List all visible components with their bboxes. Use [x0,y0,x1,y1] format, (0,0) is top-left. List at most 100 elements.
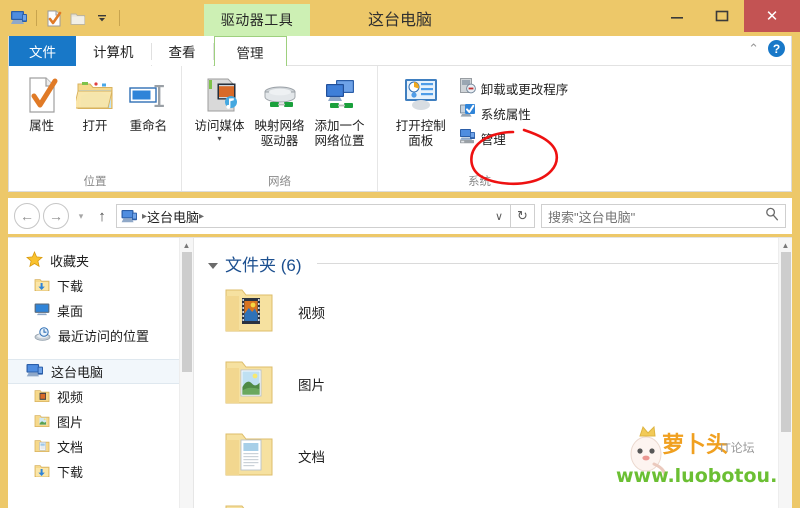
sidebar-item-documents[interactable]: 文档 [8,434,193,459]
chevron-down-icon[interactable]: ▾ [217,135,221,143]
tab-view[interactable]: 查看 [151,36,213,66]
up-button[interactable]: ↑ [90,203,114,229]
sidebar-section-gap [8,348,193,359]
breadcrumb-item-this-pc[interactable]: 这台电脑 [147,207,199,226]
sidebar-scrollbar[interactable]: ▲ [179,238,193,508]
sidebar-scrollbar-thumb[interactable] [182,252,192,372]
contextual-tab-header: 驱动器工具 [204,4,310,36]
desktop-icon [34,302,50,319]
sidebar-item-favorites-label: 收藏夹 [50,254,90,269]
sidebar-item-downloads-2-label: 下载 [57,465,84,480]
sidebar-item-pictures-label: 图片 [57,415,84,430]
refresh-button[interactable]: ↻ [511,204,535,228]
tab-file[interactable]: 文件 [9,36,76,66]
file-pane-scrollbar[interactable]: ▲ [778,238,792,508]
ribbon-button-manage-label: 管理 [480,132,506,147]
documents-folder-icon [222,428,278,485]
breadcrumb-dropdown-icon[interactable]: ∨ [488,205,510,227]
videos-folder-icon [222,284,278,341]
collapse-ribbon-icon[interactable]: ⌃ [748,42,759,55]
ribbon-button-properties[interactable]: 属性 [15,72,68,134]
sidebar-item-documents-label: 文档 [57,440,84,455]
history-dropdown-icon[interactable]: ▾ [72,203,90,229]
ribbon-button-system-properties[interactable]: 系统属性 [455,102,573,124]
documents-folder-icon [34,438,50,456]
ribbon-button-properties-label: 属性 [29,119,55,133]
folder-icon[interactable] [67,7,89,29]
forward-button[interactable]: → [43,203,69,229]
ribbon-button-uninstall-program[interactable]: 卸载或更改程序 [455,77,573,99]
close-button[interactable]: ✕ [744,0,800,32]
computer-icon [26,363,44,381]
scroll-up-icon[interactable]: ▲ [779,238,792,252]
properties-icon [25,76,59,114]
explorer-window: 驱动器工具 这台电脑 ✕ 文件 计算机 查看 管理 ⌃ ? 属性 打开 重命名 … [0,0,800,508]
computer-icon[interactable] [8,7,30,29]
sidebar-item-downloads-2[interactable]: 下载 [8,459,193,484]
window-controls: ✕ [654,0,800,32]
back-button[interactable]: ← [14,203,40,229]
quick-access-toolbar [0,0,124,36]
ribbon-button-open-control-panel[interactable]: 打开控制面板 [391,72,451,149]
properties-icon[interactable] [43,7,65,29]
ribbon-button-access-media[interactable]: 访问媒体 ▾ [190,72,250,143]
downloads-folder-icon [34,277,50,295]
search-icon[interactable] [765,207,779,226]
file-item-downloads[interactable]: 下载 [194,492,792,508]
sidebar-item-downloads-label: 下载 [57,279,84,294]
ribbon-group-network: 访问媒体 ▾ 映射网络驱动器 添加一个网络位置 网络 [181,66,377,191]
sidebar-item-favorites[interactable]: 收藏夹 [8,248,193,273]
search-placeholder: 搜索"这台电脑" [548,209,636,225]
add-network-icon [320,76,360,114]
ribbon-group-location-label: 位置 [83,176,107,188]
file-group-header[interactable]: 文件夹 (6) [194,238,792,276]
sidebar-item-this-pc-label: 这台电脑 [51,365,104,380]
ribbon-body: 属性 打开 重命名 位置 访问媒体 ▾ 映射网络驱动器 添加一个网络位置 网络 … [9,66,791,191]
ribbon-button-uninstall-program-label: 卸载或更改程序 [480,82,569,97]
file-item-videos[interactable]: 视频 [194,276,792,348]
ribbon-group-system-label: 系统 [468,176,491,188]
ribbon: 文件 计算机 查看 管理 ⌃ ? 属性 打开 重命名 位置 访问媒体 ▾ 映射网… [8,36,792,192]
scroll-up-icon[interactable]: ▲ [180,238,193,252]
sidebar-item-pictures[interactable]: 图片 [8,409,193,434]
sidebar-item-desktop[interactable]: 桌面 [8,298,193,323]
sidebar-item-videos[interactable]: 视频 [8,384,193,409]
ribbon-button-map-drive[interactable]: 映射网络驱动器 [250,72,310,149]
ribbon-button-manage[interactable]: 管理 [455,127,573,149]
star-icon [26,250,43,271]
file-list-pane: 文件夹 (6) 视频 图片 文档 ▲ [194,238,792,508]
ribbon-button-open-label: 打开 [82,119,108,133]
sidebar-item-recent-places[interactable]: 最近访问的位置 [8,323,193,348]
file-pane-scrollbar-thumb[interactable] [781,252,791,432]
videos-folder-icon [34,388,50,406]
file-item-videos-label: 视频 [298,306,325,321]
sidebar-item-downloads[interactable]: 下载 [8,273,193,298]
breadcrumb-separator-1[interactable]: ▸ [199,211,204,222]
file-group-title: 文件夹 (6) [225,256,302,275]
help-icon[interactable]: ? [768,40,785,57]
ribbon-button-add-network-location-label: 添加一个网络位置 [314,119,365,148]
sidebar-item-this-pc[interactable]: 这台电脑 [8,359,193,384]
sidebar-item-videos-label: 视频 [57,390,84,405]
search-input[interactable]: 搜索"这台电脑" [541,204,786,228]
sidebar-item-recent-places-label: 最近访问的位置 [58,329,150,344]
minimize-button[interactable] [654,0,699,32]
ribbon-button-add-network-location[interactable]: 添加一个网络位置 [310,72,370,149]
file-item-pictures[interactable]: 图片 [194,348,792,420]
sidebar-item-desktop-label: 桌面 [57,304,84,319]
ribbon-button-rename[interactable]: 重命名 [122,72,175,134]
content-area: 收藏夹 下载 桌面 最近访问的位置 这台电脑 视频 图片 文档 下载 ▲ 文件夹… [8,237,792,508]
tab-computer[interactable]: 计算机 [76,36,151,66]
collapse-group-icon[interactable] [208,262,218,269]
pictures-folder-icon [34,413,50,431]
ribbon-group-location: 属性 打开 重命名 位置 [9,66,181,191]
breadcrumb[interactable]: ▸ 这台电脑 ▸ ∨ [116,204,511,228]
chevron-down-icon[interactable] [91,7,113,29]
maximize-button[interactable] [699,0,744,32]
ribbon-button-open[interactable]: 打开 [68,72,121,134]
tab-manage[interactable]: 管理 [213,36,287,66]
ribbon-button-access-media-label: 访问媒体 [194,119,245,133]
ribbon-tabstrip: 文件 计算机 查看 管理 ⌃ ? [9,36,791,66]
file-item-documents[interactable]: 文档 [194,420,792,492]
computer-icon [121,209,138,224]
